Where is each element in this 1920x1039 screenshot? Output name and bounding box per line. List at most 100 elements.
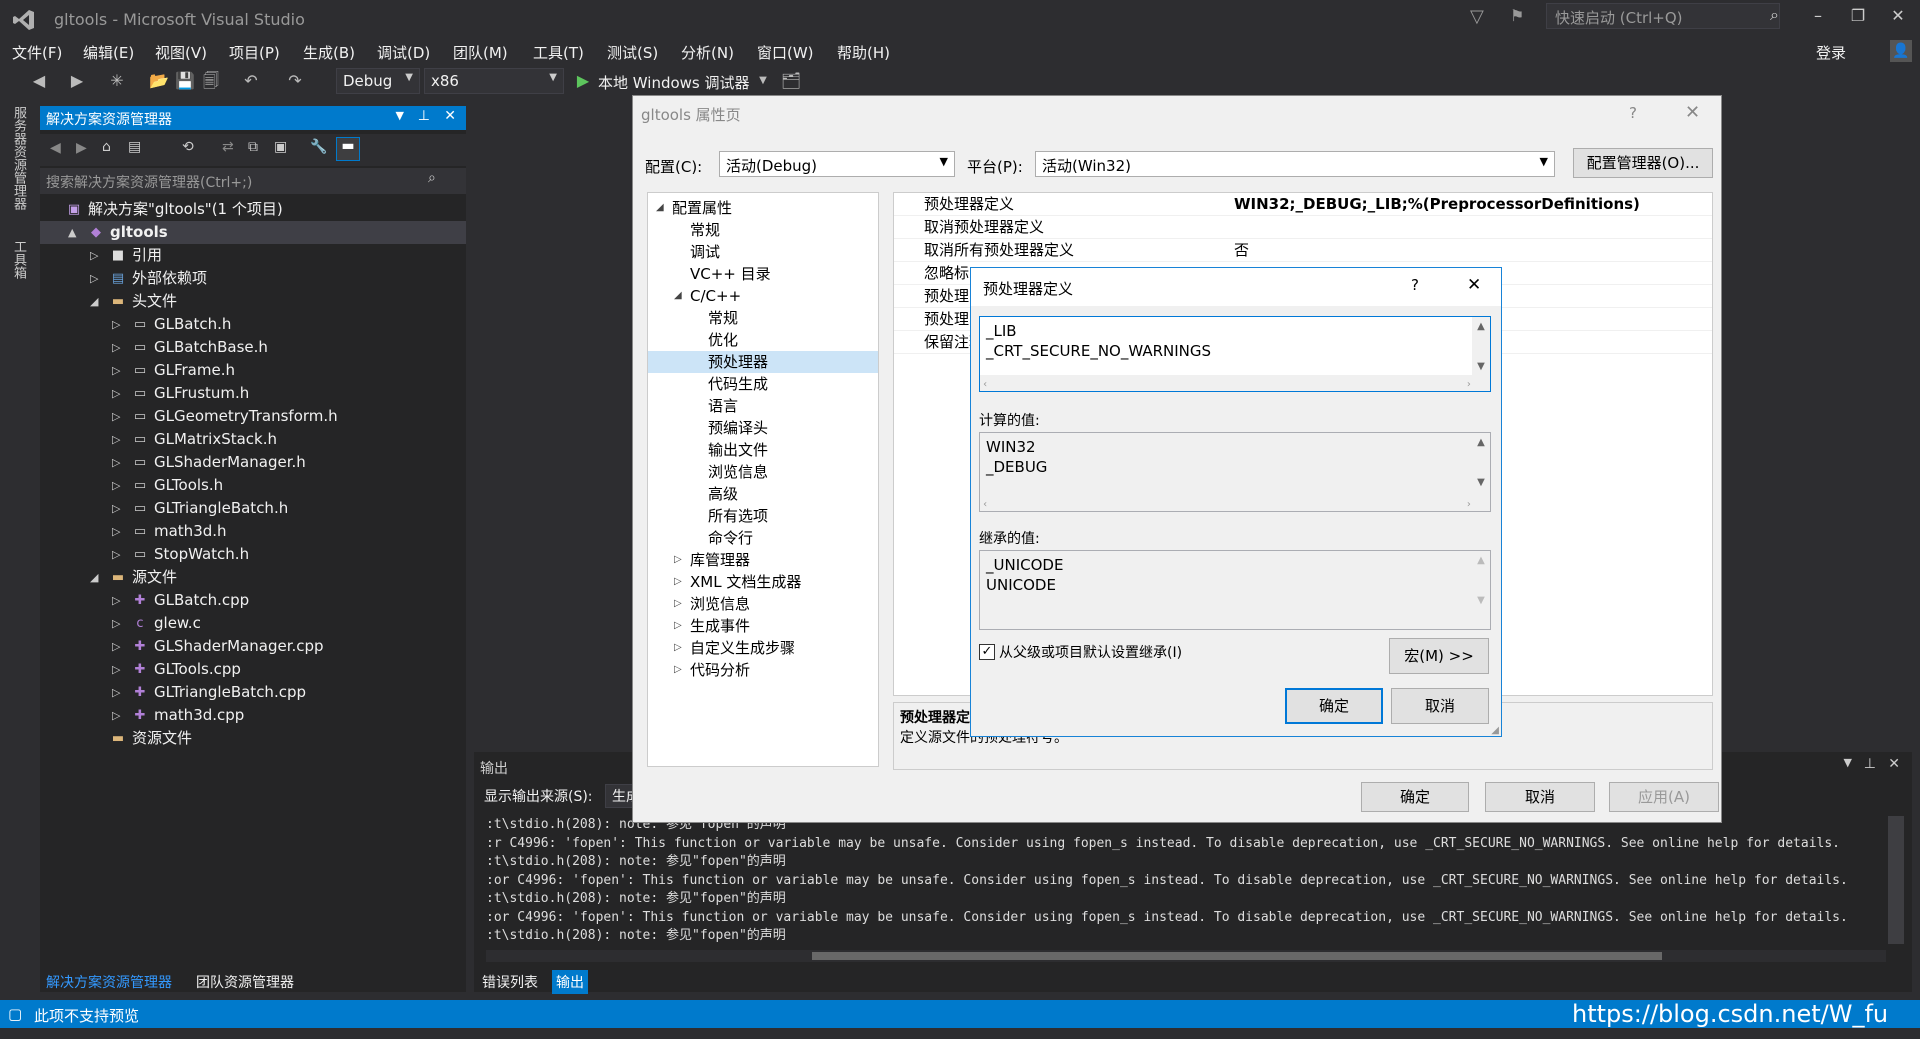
undo-icon[interactable]: ↶ bbox=[240, 70, 262, 92]
property-tree-item[interactable]: VC++ 目录 bbox=[648, 263, 878, 285]
expander-icon[interactable]: ▷ bbox=[112, 451, 124, 474]
tree-item[interactable]: ▷ ▭ GLBatch.h bbox=[40, 313, 466, 336]
solution-search-input[interactable]: 搜索解决方案资源管理器(Ctrl+;) bbox=[40, 168, 466, 194]
config-select[interactable]: 活动(Debug) ▼ bbox=[719, 151, 955, 177]
vertical-scrollbar[interactable]: ▲ ▼ bbox=[1472, 317, 1490, 391]
dropdown-icon[interactable]: ▼ bbox=[1844, 756, 1852, 769]
tree-item[interactable]: ▷ c glew.c bbox=[40, 612, 466, 635]
save-icon[interactable]: 💾 bbox=[174, 70, 196, 92]
properties-wrench-icon[interactable]: 🔧 bbox=[310, 139, 327, 155]
tree-item[interactable]: ▷ ▭ GLMatrixStack.h bbox=[40, 428, 466, 451]
menu-view[interactable]: 视图(V) bbox=[155, 42, 207, 63]
quick-launch-input[interactable]: 快速启动 (Ctrl+Q) bbox=[1546, 3, 1780, 29]
solution-config-select[interactable]: Debug ▼ bbox=[336, 68, 420, 94]
forward-icon[interactable]: ▶ bbox=[76, 140, 87, 156]
new-project-icon[interactable]: ✳ bbox=[106, 70, 128, 92]
property-tree-item[interactable]: 输出文件 bbox=[648, 439, 878, 461]
close-icon[interactable]: ✕ bbox=[1685, 102, 1700, 123]
property-row[interactable]: 预处理器定义 WIN32;_DEBUG;_LIB;%(PreprocessorDe… bbox=[894, 193, 1712, 216]
property-tree-item[interactable]: 代码生成 bbox=[648, 373, 878, 395]
server-explorer-tab[interactable]: 服务器资源管理器 bbox=[8, 106, 26, 210]
expander-icon[interactable]: ▷ bbox=[112, 704, 124, 727]
expander-icon[interactable]: ▷ bbox=[112, 359, 124, 382]
tab-team-explorer[interactable]: 团队资源管理器 bbox=[196, 972, 294, 992]
tree-item[interactable]: ▷ ✚ GLShaderManager.cpp bbox=[40, 635, 466, 658]
config-manager-button[interactable]: 配置管理器(O)... bbox=[1573, 148, 1713, 178]
start-debug-icon[interactable]: ▶ bbox=[572, 70, 594, 92]
chevron-down-icon[interactable]: ▼ bbox=[752, 70, 774, 92]
expander-icon[interactable]: ▷ bbox=[674, 659, 682, 681]
tree-item[interactable]: ▷ ✚ GLTools.cpp bbox=[40, 658, 466, 681]
collapse-all-icon[interactable]: ⧉ bbox=[248, 139, 258, 155]
tree-item[interactable]: ▷ ▭ GLBatchBase.h bbox=[40, 336, 466, 359]
back-icon[interactable]: ◀ bbox=[50, 140, 61, 156]
feedback-icon[interactable]: ⚑ bbox=[1510, 6, 1524, 25]
tree-item[interactable]: ▷ ▭ StopWatch.h bbox=[40, 543, 466, 566]
menu-build[interactable]: 生成(B) bbox=[303, 42, 355, 63]
property-tree-item[interactable]: ▷ 生成事件 bbox=[648, 615, 878, 637]
forward-icon[interactable]: ▶ bbox=[66, 70, 88, 92]
property-tree-item[interactable]: ◢ C/C++ bbox=[648, 285, 878, 307]
expander-icon[interactable]: ▷ bbox=[674, 549, 682, 571]
definitions-edit-box[interactable]: _LIB _CRT_SECURE_NO_WARNINGS ▲ ▼ ‹ › bbox=[979, 316, 1491, 392]
property-tree-item[interactable]: ▷ 代码分析 bbox=[648, 659, 878, 681]
expander-icon[interactable]: ◢ bbox=[656, 197, 664, 219]
start-debug-button[interactable]: 本地 Windows 调试器 bbox=[598, 72, 750, 93]
expander-icon[interactable]: ▷ bbox=[674, 637, 682, 659]
help-icon[interactable]: ? bbox=[1629, 104, 1637, 122]
expander-icon[interactable]: ▷ bbox=[112, 313, 124, 336]
switch-views-icon[interactable]: ▤ bbox=[128, 139, 141, 155]
property-row[interactable]: 取消预处理器定义 bbox=[894, 216, 1712, 239]
property-tree-item[interactable]: ▷ 浏览信息 bbox=[648, 593, 878, 615]
expander-icon[interactable]: ▷ bbox=[112, 612, 124, 635]
preview-icon[interactable]: ▬ bbox=[336, 137, 360, 161]
expander-icon[interactable]: ▷ bbox=[112, 382, 124, 405]
expander-icon[interactable]: ▷ bbox=[112, 474, 124, 497]
close-icon[interactable]: ✕ bbox=[1467, 275, 1481, 295]
property-row[interactable]: 取消所有预处理器定义 否 bbox=[894, 239, 1712, 262]
tab-error-list[interactable]: 错误列表 bbox=[482, 972, 538, 992]
menu-help[interactable]: 帮助(H) bbox=[837, 42, 890, 63]
expander-icon[interactable]: ▷ bbox=[112, 520, 124, 543]
tree-item[interactable]: ▷ ▭ GLGeometryTransform.h bbox=[40, 405, 466, 428]
menu-file[interactable]: 文件(F) bbox=[12, 42, 62, 63]
expander-icon[interactable]: ▲ bbox=[68, 221, 80, 244]
property-tree-item[interactable]: 常规 bbox=[648, 307, 878, 329]
home-icon[interactable]: ⌂ bbox=[102, 139, 111, 155]
expander-icon[interactable]: ▷ bbox=[674, 593, 682, 615]
horizontal-scrollbar[interactable]: ‹ › bbox=[980, 375, 1474, 391]
search-icon[interactable]: ⌕ bbox=[1770, 5, 1779, 25]
show-all-files-icon[interactable]: ▣ bbox=[274, 139, 287, 155]
property-tree-item[interactable]: 优化 bbox=[648, 329, 878, 351]
expander-icon[interactable]: ▷ bbox=[90, 267, 102, 290]
expander-icon[interactable]: ▷ bbox=[112, 589, 124, 612]
filter-icon[interactable]: ▽ bbox=[1470, 6, 1484, 27]
apply-button[interactable]: 应用(A) bbox=[1609, 782, 1719, 812]
menu-project[interactable]: 项目(P) bbox=[229, 42, 280, 63]
tree-item[interactable]: ▷ ■ 引用 bbox=[40, 244, 466, 267]
tree-item[interactable]: ▷ ✚ math3d.cpp bbox=[40, 704, 466, 727]
expander-icon[interactable]: ▷ bbox=[90, 244, 102, 267]
expander-icon[interactable]: ▷ bbox=[674, 615, 682, 637]
property-tree-item[interactable]: ▷ XML 文档生成器 bbox=[648, 571, 878, 593]
minimize-button[interactable]: – bbox=[1798, 6, 1838, 32]
restore-button[interactable]: ❐ bbox=[1838, 6, 1878, 32]
menu-debug[interactable]: 调试(D) bbox=[377, 42, 430, 63]
property-tree-item[interactable]: ▷ 库管理器 bbox=[648, 549, 878, 571]
tree-item[interactable]: ▷ ▭ GLTriangleBatch.h bbox=[40, 497, 466, 520]
tree-item[interactable]: ▷ ▭ GLTools.h bbox=[40, 474, 466, 497]
macros-button[interactable]: 宏(M) >> bbox=[1389, 638, 1489, 674]
tree-item[interactable]: ▣ 解决方案"gltools"(1 个项目) bbox=[40, 198, 466, 221]
expander-icon[interactable]: ◢ bbox=[90, 290, 102, 313]
expander-icon[interactable]: ◢ bbox=[674, 285, 682, 307]
tree-item[interactable]: ▷ ▭ GLFrustum.h bbox=[40, 382, 466, 405]
ok-button[interactable]: 确定 bbox=[1361, 782, 1469, 812]
toolbox-tab[interactable]: 工具箱 bbox=[8, 240, 26, 279]
tree-item[interactable]: ▷ ▭ GLShaderManager.h bbox=[40, 451, 466, 474]
open-file-icon[interactable]: 📂 bbox=[148, 70, 170, 92]
attach-icon[interactable]: 🗂 bbox=[780, 70, 802, 92]
tree-item[interactable]: ◢ ▬ 头文件 bbox=[40, 290, 466, 313]
tree-item[interactable]: ▷ ▭ math3d.h bbox=[40, 520, 466, 543]
menu-analyze[interactable]: 分析(N) bbox=[681, 42, 734, 63]
dropdown-icon[interactable]: ▼ bbox=[396, 109, 404, 122]
